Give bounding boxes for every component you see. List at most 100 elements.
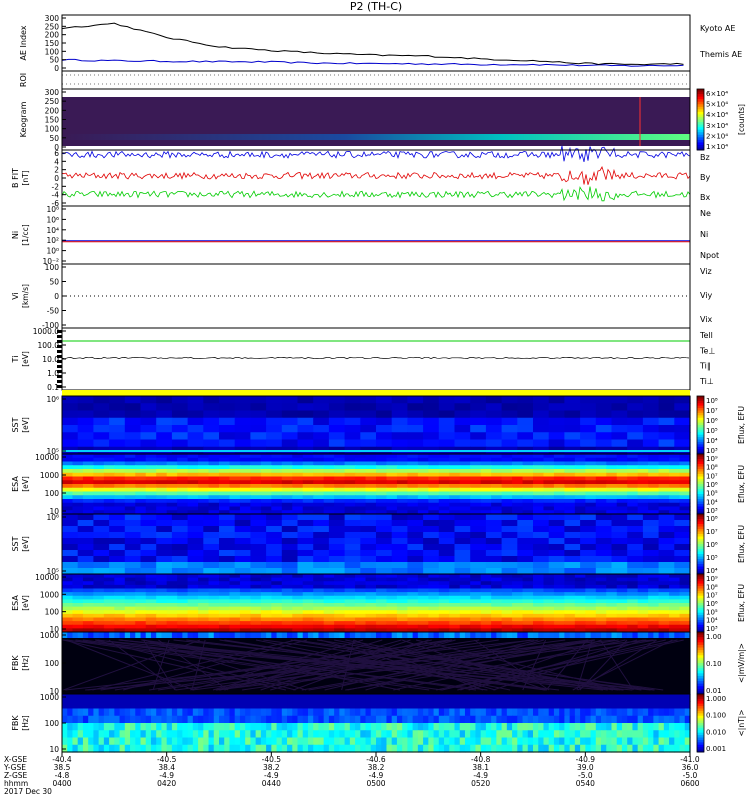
spectrogram-cell (679, 480, 691, 485)
spectrogram-cell (611, 520, 628, 527)
spectrogram-cell (632, 715, 639, 724)
spectrogram-cell (145, 584, 157, 590)
spectrogram-cell (548, 417, 565, 426)
spectrogram-cell (470, 577, 482, 582)
spectrogram-cell (470, 495, 482, 500)
spectrogram-cell (213, 715, 220, 724)
spectrogram-cell (475, 744, 482, 753)
spectrogram-cell (585, 606, 597, 611)
spectrogram-cell (313, 603, 325, 608)
legend-entry: Vix (700, 315, 713, 324)
spectrogram-cell (512, 506, 524, 511)
spectrogram-cell (616, 599, 628, 604)
spectrogram-cell (553, 502, 565, 508)
spectrogram-cell (517, 723, 524, 731)
spectrogram-cell (82, 617, 94, 622)
spectrogram-cell (580, 556, 597, 563)
spectrogram-cell (297, 439, 314, 448)
spectrogram-cell (522, 454, 534, 459)
spectrogram-cell (376, 574, 388, 579)
spectrogram-cell (533, 469, 545, 474)
spectrogram-cell (376, 708, 382, 717)
spectrogram-cell (229, 694, 236, 702)
spectrogram-cell (360, 514, 377, 521)
spectrogram-cell (281, 454, 293, 459)
spectrogram-cell (679, 491, 691, 496)
spectrogram-cell (213, 701, 220, 710)
y-tick-label: 100 (45, 489, 60, 498)
spectrogram-cell (323, 599, 335, 604)
spectrogram-cell (459, 574, 471, 579)
spectrogram-cell (260, 588, 272, 593)
spectrogram-cell (491, 480, 503, 485)
spectrogram-cell (77, 544, 94, 551)
spectrogram-cell (674, 432, 691, 441)
spectrogram-cell (344, 624, 356, 629)
spectrogram-cell (156, 723, 163, 731)
spectrogram-cell (219, 487, 231, 493)
spectrogram-cell (674, 410, 691, 419)
y-axis-label-group: ROI (19, 73, 28, 87)
spectrogram-cell (669, 461, 681, 466)
spectrogram-cell (109, 439, 126, 448)
spectrogram-cell (271, 581, 283, 586)
spectrogram-cell (140, 425, 157, 433)
spectrogram-cell (72, 737, 79, 746)
spectrogram-cell (103, 487, 115, 493)
spectrogram-cell (77, 538, 94, 545)
spectrogram-cell (145, 480, 157, 485)
spectrogram-cell (553, 737, 560, 746)
spectrogram-cell (574, 694, 581, 702)
spectrogram-cell (606, 454, 618, 459)
spectrogram-cell (491, 592, 503, 597)
spectrogram-cell (239, 599, 251, 604)
spectrogram-cell (203, 439, 220, 448)
spectrogram-cell (517, 417, 534, 426)
spectrogram-cell (245, 708, 251, 717)
spectrogram-cell (109, 550, 126, 557)
spectrogram-cell (674, 520, 691, 527)
colorbar-tick-label: 0.010 (706, 728, 726, 736)
spectrogram-cell (355, 624, 367, 629)
spectrogram-cell (543, 491, 555, 496)
spectrogram-cell (642, 417, 660, 426)
spectrogram-cell (491, 495, 503, 500)
spectrogram-cell (637, 613, 649, 619)
spectrogram-cell (396, 461, 408, 466)
y-tick-label: 150 (45, 116, 60, 125)
spectrogram-cell (250, 526, 267, 533)
spectrogram-cell (417, 484, 429, 489)
spectrogram-cell (260, 480, 272, 485)
spectrogram-cell (470, 526, 487, 533)
spectrogram-cell (669, 574, 681, 579)
spectrogram-cell (135, 606, 147, 611)
spectrogram-cell (491, 461, 503, 466)
spectrogram-cell (156, 469, 168, 474)
spectrogram-cell (82, 495, 94, 500)
spectrogram-cell (281, 461, 293, 466)
spectrogram-cell (485, 417, 503, 426)
spectrogram-cell (658, 417, 675, 426)
spectrogram-cell (187, 730, 194, 739)
spectrogram-cell (553, 495, 565, 500)
spectrogram-cell (621, 737, 628, 746)
spectrogram-cell (307, 694, 314, 702)
spectrogram-cell (512, 574, 524, 579)
spectrogram-cell (124, 526, 142, 533)
spectrogram-cell (627, 396, 644, 404)
spectrogram-cell (292, 472, 304, 478)
spectrogram-cell (595, 502, 607, 508)
spectrogram-cell (669, 465, 681, 470)
spectrogram-cell (564, 499, 576, 504)
spectrogram-cell (88, 744, 94, 753)
spectrogram-cell (213, 723, 220, 731)
spectrogram-cell (77, 439, 94, 448)
spectrogram-cell (239, 491, 251, 496)
spectrogram-cell (459, 737, 466, 746)
spectrogram-cell (438, 592, 450, 597)
spectrogram-cell (637, 484, 649, 489)
spectrogram-cell (669, 480, 681, 485)
spectrogram-cell (124, 502, 136, 508)
spectrogram-cell (648, 730, 654, 739)
spectrogram-cell (522, 465, 534, 470)
